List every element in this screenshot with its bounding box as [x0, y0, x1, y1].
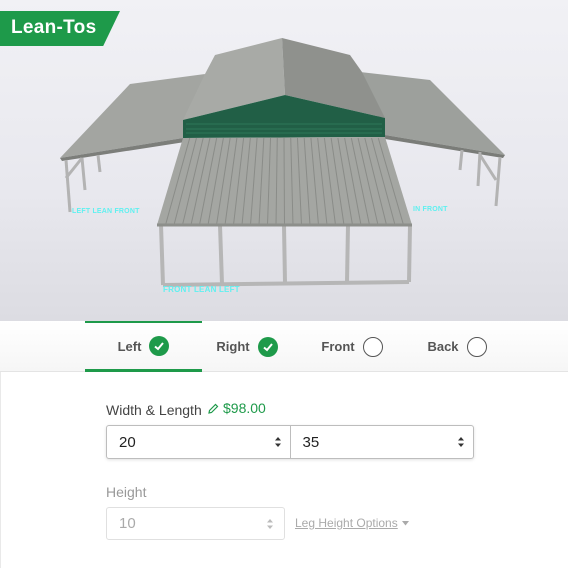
building-3d-viewport[interactable]: LEFT LEAN FRONT IN FRONT FRONT LEAN LEFT…	[0, 0, 568, 321]
width-select[interactable]: 20	[107, 426, 290, 458]
width-length-select-group: 20 35	[106, 425, 474, 459]
select-arrows-icon	[267, 519, 273, 529]
tab-label: Front	[321, 339, 355, 354]
tab-right[interactable]: Right	[202, 321, 292, 372]
tab-back[interactable]: Back	[412, 321, 502, 372]
width-value: 20	[119, 433, 136, 451]
pencil-icon	[208, 403, 219, 414]
height-label: Height	[106, 484, 147, 500]
length-select[interactable]: 35	[289, 426, 474, 458]
empty-circle-icon	[362, 336, 383, 357]
category-badge: Lean-Tos	[0, 11, 120, 46]
tab-label: Left	[117, 338, 142, 354]
height-select[interactable]: 10	[106, 507, 285, 540]
length-value: 35	[302, 433, 320, 451]
leg-height-options-link[interactable]: Leg Height Options	[295, 516, 409, 530]
chevron-down-icon	[401, 520, 409, 525]
empty-circle-icon	[466, 336, 487, 357]
leg-height-options-label: Leg Height Options	[295, 516, 398, 530]
left-lean-label: LEFT LEAN FRONT	[72, 208, 140, 215]
price-value: $98.00	[223, 400, 266, 416]
category-title: Lean-Tos	[11, 17, 97, 38]
tab-label: Right	[216, 339, 250, 354]
tab-label: Back	[427, 339, 459, 354]
front-lean-label: FRONT LEAN LEFT	[163, 285, 240, 294]
select-arrows-icon	[274, 437, 281, 447]
check-circle-icon	[257, 336, 278, 357]
price-tag: $98.00	[208, 400, 266, 416]
tab-front[interactable]: Front	[307, 321, 397, 372]
check-circle-icon	[149, 336, 170, 356]
height-value: 10	[119, 515, 136, 532]
right-lean-label: IN FRONT	[413, 206, 448, 213]
width-length-label: Width & Length	[106, 402, 202, 418]
tab-left[interactable]: Left	[85, 321, 202, 372]
select-arrows-icon	[458, 437, 464, 447]
lean-to-side-tabs: Left Right Front Back	[0, 321, 568, 372]
carport-model	[60, 38, 505, 287]
